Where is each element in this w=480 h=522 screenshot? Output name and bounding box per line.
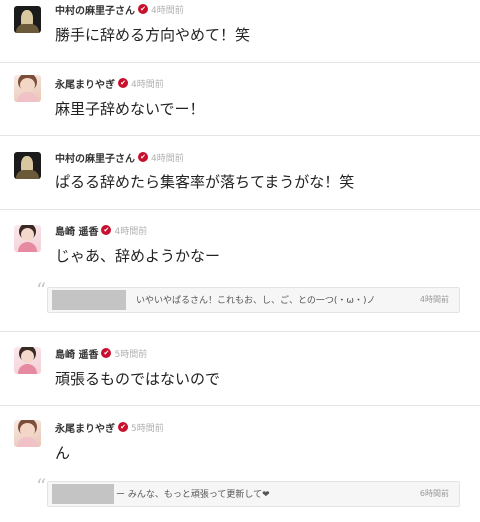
member-avatar-icon[interactable] <box>14 225 41 252</box>
reply-timestamp: 6時間前 <box>419 489 449 498</box>
member-avatar-icon[interactable] <box>14 6 41 33</box>
member-avatar-icon[interactable] <box>14 347 41 374</box>
quote-icon: “ <box>36 474 47 498</box>
reply-timestamp: 4時間前 <box>419 295 449 304</box>
post-meta: 中村の麻里子さん ✔ 4時間前 <box>55 149 184 165</box>
quote-icon: “ <box>36 278 47 302</box>
post-meta: 中村の麻里子さん ✔ 4時間前 <box>55 1 184 17</box>
fan-reply[interactable]: いやいやぱるさん！これもお、し、ご、との一つ(・ω・)ノ 4時間前 <box>47 287 460 313</box>
verified-badge-icon: ✔ <box>118 422 128 432</box>
timestamp: 5時間前 <box>131 423 164 434</box>
member-avatar-icon[interactable] <box>14 75 41 102</box>
verified-badge-icon: ✔ <box>138 4 148 14</box>
author-name[interactable]: 永尾まりやぎ <box>55 76 115 91</box>
comment-feed: 中村の麻里子さん ✔ 4時間前 勝手に辞める方向やめて！笑 永尾まりやぎ ✔ 4… <box>0 0 480 522</box>
comment-post: 島崎 遥香 ✔ 4時間前 じゃあ、辞めようかなー “ いやいやぱるさん！これもお… <box>0 210 480 332</box>
comment-post: 永尾まりやぎ ✔ 5時間前 ん “ ー みんな、もっと頑張って更新して❤ 6時間… <box>0 406 480 522</box>
timestamp: 4時間前 <box>114 226 148 237</box>
verified-badge-icon: ✔ <box>138 152 148 162</box>
comment-post: 中村の麻里子さん ✔ 4時間前 ぱるる辞めたら集客率が落ちてまうがな！笑 <box>0 136 480 210</box>
comment-text: ぱるる辞めたら集客率が落ちてまうがな！笑 <box>55 173 355 191</box>
member-avatar-icon[interactable] <box>14 152 41 179</box>
reply-text: いやいやぱるさん！これもお、し、ご、との一つ(・ω・)ノ <box>136 296 376 306</box>
author-name[interactable]: 島崎 遥香 <box>55 346 98 361</box>
comment-text: 勝手に辞める方向やめて！笑 <box>55 26 251 44</box>
comment-text: じゃあ、辞めようかなー <box>55 247 221 265</box>
comment-text: 頑張るものではないので <box>55 370 221 388</box>
blurred-username <box>52 290 126 310</box>
timestamp: 5時間前 <box>114 349 148 360</box>
author-name[interactable]: 島崎 遥香 <box>55 223 98 238</box>
post-meta: 永尾まりやぎ ✔ 4時間前 <box>55 75 164 91</box>
comment-post: 島崎 遥香 ✔ 5時間前 頑張るものではないので <box>0 332 480 406</box>
verified-badge-icon: ✔ <box>101 348 112 358</box>
fan-reply[interactable]: ー みんな、もっと頑張って更新して❤ 6時間前 <box>47 481 460 507</box>
timestamp: 4時間前 <box>131 79 164 90</box>
author-name[interactable]: 永尾まりやぎ <box>55 420 115 435</box>
post-meta: 島崎 遥香 ✔ 5時間前 <box>55 345 147 361</box>
verified-badge-icon: ✔ <box>101 225 112 235</box>
verified-badge-icon: ✔ <box>118 78 128 88</box>
post-meta: 永尾まりやぎ ✔ 5時間前 <box>55 419 164 435</box>
comment-post: 永尾まりやぎ ✔ 4時間前 麻里子辞めないでー！ <box>0 63 480 136</box>
blurred-username <box>52 484 114 504</box>
comment-text: ん <box>55 444 71 462</box>
post-meta: 島崎 遥香 ✔ 4時間前 <box>55 222 147 238</box>
timestamp: 4時間前 <box>151 5 184 16</box>
comment-post: 中村の麻里子さん ✔ 4時間前 勝手に辞める方向やめて！笑 <box>0 0 480 63</box>
reply-text: ー みんな、もっと頑張って更新して❤ <box>116 490 270 500</box>
timestamp: 4時間前 <box>151 153 184 164</box>
author-name[interactable]: 中村の麻里子さん <box>55 2 135 17</box>
comment-text: 麻里子辞めないでー！ <box>55 100 205 118</box>
member-avatar-icon[interactable] <box>14 420 41 447</box>
author-name[interactable]: 中村の麻里子さん <box>55 150 135 165</box>
